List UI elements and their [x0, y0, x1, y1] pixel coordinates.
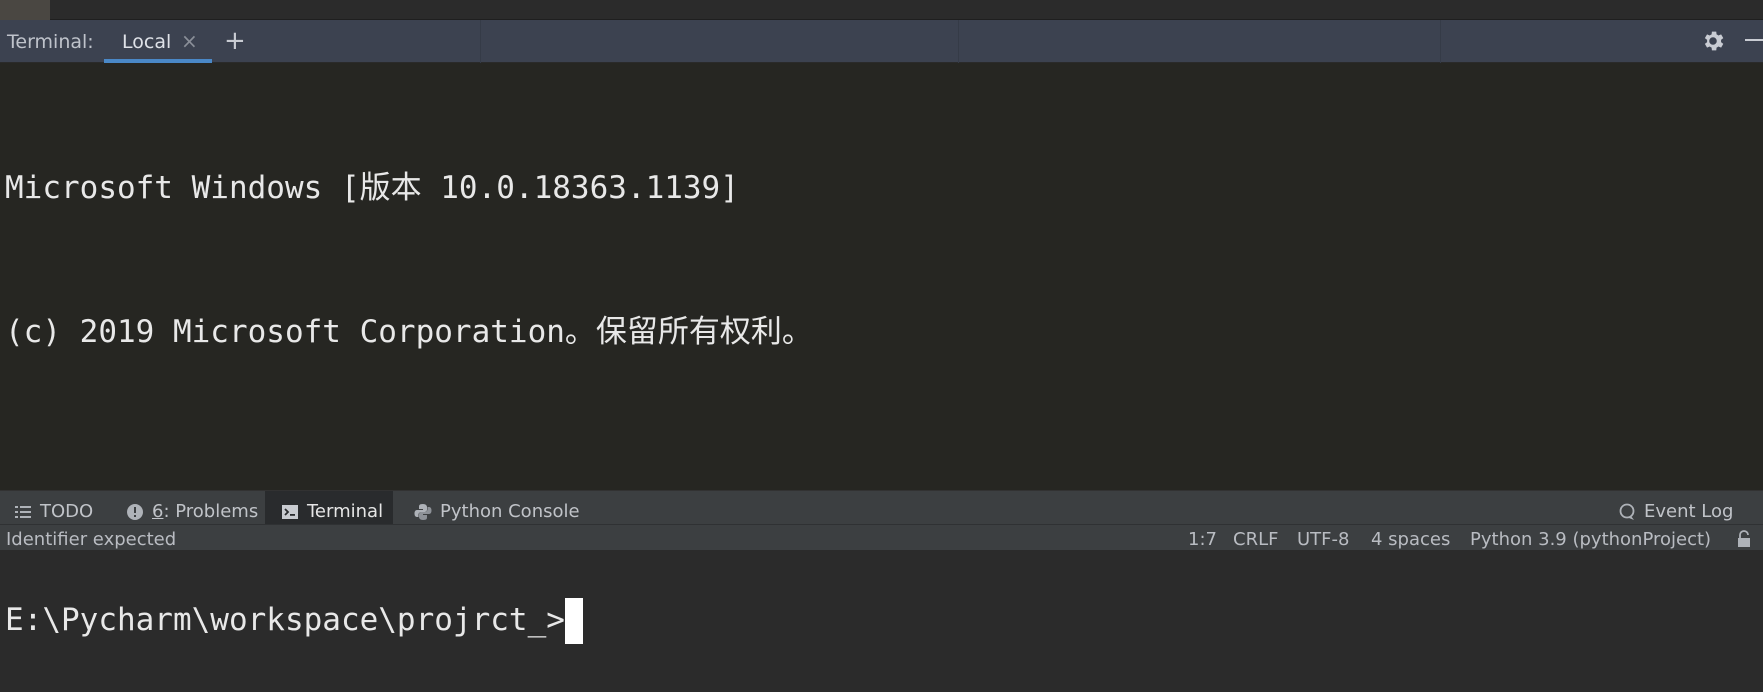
tab-local[interactable]: Local × [104, 20, 212, 63]
bottom-tool-bar: TODO 6: Problems Terminal Python Console… [0, 490, 1763, 525]
event-log-icon [1619, 503, 1635, 520]
python-console-label: Python Console [440, 501, 580, 522]
problems-text: : Problems [163, 501, 259, 522]
gear-icon[interactable] [1700, 28, 1726, 54]
tool-window-title: Terminal: [7, 31, 94, 53]
file-encoding[interactable]: UTF-8 [1297, 529, 1349, 550]
status-bar: Identifier expected 1:7 CRLF UTF-8 4 spa… [0, 524, 1763, 550]
problems-tool-button[interactable]: 6: Problems [126, 491, 258, 525]
minimize-icon[interactable] [1745, 39, 1763, 41]
terminal-tool-window-header: Terminal: Local × + [0, 20, 1763, 63]
terminal-tool-button[interactable]: Terminal [265, 491, 393, 525]
add-tab-button[interactable]: + [224, 26, 246, 56]
problems-icon [127, 503, 143, 520]
close-icon[interactable]: × [181, 29, 198, 53]
terminal-cursor [564, 598, 583, 644]
terminal-line: (c) 2019 Microsoft Corporation。保留所有权利。 [5, 314, 813, 350]
terminal-output[interactable]: Microsoft Windows [版本 10.0.18363.1139] (… [0, 63, 1763, 644]
editor-top-strip [0, 0, 1763, 20]
editor-tab-fragment[interactable] [0, 0, 50, 20]
indent-setting[interactable]: 4 spaces [1371, 529, 1450, 550]
problems-label: 6: Problems [152, 501, 258, 522]
todo-label: TODO [40, 501, 94, 522]
header-divider [958, 20, 959, 63]
tab-local-label: Local [122, 31, 172, 53]
python-console-tool-button[interactable]: Python Console [414, 491, 580, 525]
caret-position[interactable]: 1:7 [1188, 529, 1217, 550]
python-interpreter[interactable]: Python 3.9 (pythonProject) [1470, 529, 1711, 550]
terminal-label: Terminal [307, 501, 384, 522]
header-divider [480, 20, 481, 63]
terminal-icon [282, 504, 298, 519]
python-icon [414, 503, 432, 520]
event-log-label: Event Log [1644, 501, 1734, 522]
problems-count: 6 [152, 501, 164, 522]
event-log-tool-button[interactable]: Event Log [1618, 491, 1733, 525]
line-separator[interactable]: CRLF [1233, 529, 1278, 550]
status-message: Identifier expected [6, 529, 177, 550]
list-icon [15, 505, 31, 518]
terminal-prompt-line[interactable]: E:\Pycharm\workspace\projrct_> [5, 596, 1763, 644]
header-divider [1440, 20, 1441, 63]
terminal-prompt: E:\Pycharm\workspace\projrct_> [5, 602, 565, 638]
todo-tool-button[interactable]: TODO [14, 491, 93, 525]
lock-icon[interactable] [1736, 530, 1752, 548]
terminal-line: Microsoft Windows [版本 10.0.18363.1139] [5, 170, 739, 206]
